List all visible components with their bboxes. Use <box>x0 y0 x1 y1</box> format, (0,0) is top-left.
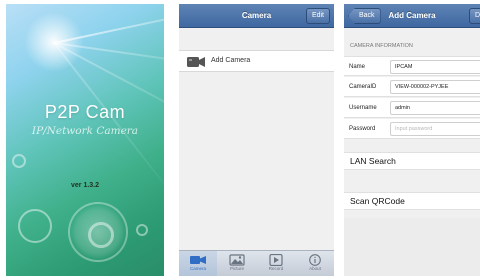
camera-list: Add Camera <box>179 28 334 250</box>
version-label: ver 1.3.2 <box>70 182 100 189</box>
done-button[interactable]: Do <box>469 8 480 24</box>
section-title: CAMERA INFORMATION <box>350 43 413 49</box>
name-label: Name <box>349 64 366 70</box>
username-field[interactable]: admin <box>390 101 480 115</box>
tab-picture-label: Picture <box>229 266 244 271</box>
name-row: Name IPCAM <box>344 56 480 76</box>
app-subtitle: IP/Network Camera <box>31 125 139 137</box>
decorative-bubble <box>136 224 148 236</box>
tab-record[interactable]: Record <box>257 251 295 276</box>
decorative-bubble <box>18 209 52 243</box>
name-field[interactable]: IPCAM <box>390 60 480 74</box>
tab-bar: Camera Picture Record About <box>179 250 334 276</box>
empty-area <box>344 218 480 276</box>
tab-picture[interactable]: Picture <box>218 251 256 276</box>
record-icon <box>269 254 283 266</box>
tab-record-label: Record <box>268 266 284 271</box>
info-icon <box>309 254 321 266</box>
tab-about[interactable]: About <box>296 251 334 276</box>
camera-id-label: CameraID <box>349 84 377 90</box>
webcam-illustration <box>68 202 128 262</box>
navigation-bar: Camera Edit <box>179 4 334 28</box>
scan-qrcode-label: Scan QRCode <box>350 196 405 206</box>
username-label: Username <box>349 105 377 111</box>
picture-icon <box>229 254 245 266</box>
scan-qrcode-button[interactable]: Scan QRCode <box>344 192 480 210</box>
app-title: P2P Cam <box>44 102 126 122</box>
username-row: Username admin <box>344 98 480 118</box>
camera-icon <box>187 57 205 67</box>
navigation-bar: Back Add Camera Do <box>344 4 480 28</box>
camera-icon <box>190 256 206 264</box>
tab-about-label: About <box>309 266 321 271</box>
password-field[interactable]: Input password <box>390 122 480 136</box>
splash-screen: P2P Cam IP/Network Camera ver 1.3.2 <box>6 4 164 276</box>
tab-camera[interactable]: Camera <box>179 251 217 276</box>
camera-list-screen: Camera Edit Add Camera Camera Picture Re… <box>179 4 334 276</box>
password-label: Password <box>349 126 376 132</box>
lan-search-button[interactable]: LAN Search <box>344 152 480 170</box>
camera-id-row: CameraID VIEW-000002-PYJEE <box>344 77 480 97</box>
lan-search-label: LAN Search <box>350 156 396 166</box>
tab-camera-label: Camera <box>189 266 206 271</box>
add-camera-screen: Back Add Camera Do CAMERA INFORMATION Na… <box>344 4 480 276</box>
camera-id-field[interactable]: VIEW-000002-PYJEE <box>390 80 480 94</box>
add-camera-row[interactable]: Add Camera <box>179 50 334 72</box>
edit-button[interactable]: Edit <box>305 8 330 24</box>
password-row: Password Input password <box>344 119 480 139</box>
page-title: Add Camera <box>388 11 436 20</box>
decorative-bubble <box>12 154 26 168</box>
add-camera-label: Add Camera <box>211 57 251 64</box>
